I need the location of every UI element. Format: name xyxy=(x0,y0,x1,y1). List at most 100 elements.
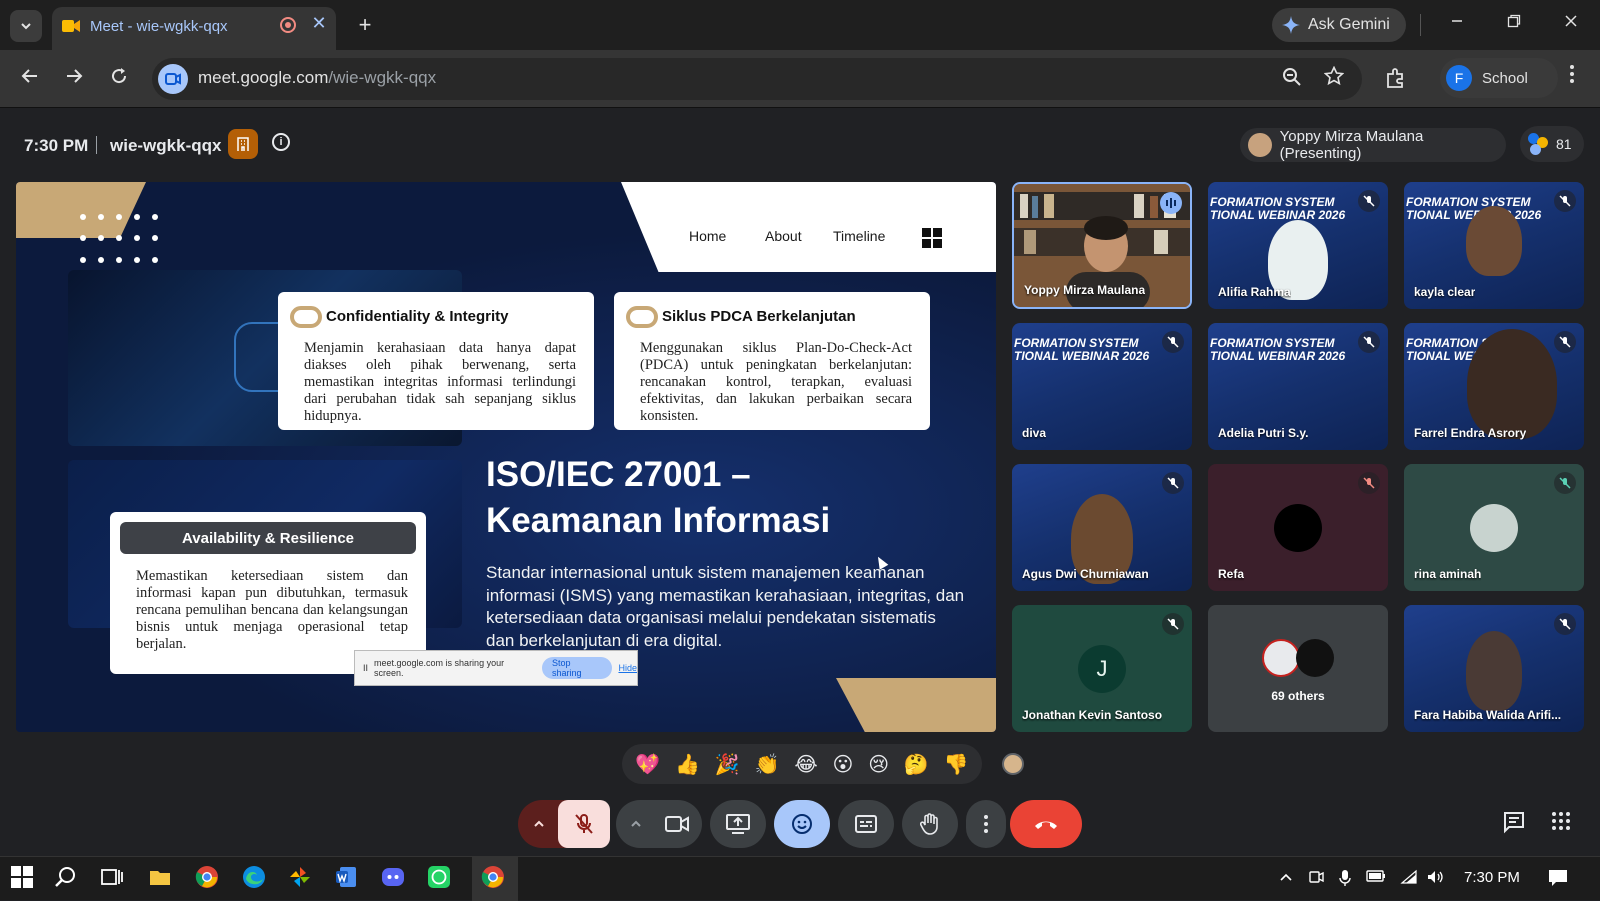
others-tile[interactable]: 69 others xyxy=(1208,605,1388,732)
forward-button[interactable] xyxy=(60,66,88,94)
word-icon xyxy=(336,867,356,887)
camera-toggle-button[interactable] xyxy=(652,800,702,848)
new-tab-button[interactable]: + xyxy=(352,12,378,38)
audio-options-button[interactable] xyxy=(518,800,560,848)
start-button[interactable] xyxy=(10,865,38,893)
participant-tile[interactable]: Yoppy Mirza Maulana xyxy=(1012,182,1192,309)
search-button[interactable] xyxy=(54,865,82,893)
participant-tile[interactable]: FORMATION SYSTEM TIONAL WEBINAR 2026 Ade… xyxy=(1208,323,1388,450)
reaction-thinking[interactable]: 🤔 xyxy=(904,752,929,777)
others-avatar xyxy=(1296,639,1334,677)
participant-tile[interactable]: Fara Habiba Walida Arifi... xyxy=(1404,605,1584,732)
reaction-party[interactable]: 🎉 xyxy=(715,752,740,777)
minimize-button[interactable] xyxy=(1443,12,1471,33)
back-button[interactable] xyxy=(16,66,44,94)
captions-button[interactable] xyxy=(838,800,894,848)
others-avatar xyxy=(1262,639,1300,677)
card-body: Menggunakan siklus Plan-Do-Check-Act (PD… xyxy=(640,340,912,424)
wifi-icon[interactable] xyxy=(1400,869,1418,889)
microphone-tray-icon[interactable] xyxy=(1338,869,1352,891)
participant-tile[interactable]: Refa xyxy=(1208,464,1388,591)
card-title: Availability & Resilience xyxy=(120,522,416,554)
photos-button[interactable] xyxy=(288,865,316,893)
reload-button[interactable] xyxy=(105,66,133,94)
captions-icon xyxy=(855,815,877,833)
edge-button[interactable] xyxy=(242,865,270,893)
browser-menu-button[interactable] xyxy=(1562,64,1582,90)
reaction-thumbs-up[interactable]: 👍 xyxy=(675,752,700,777)
chrome-active-button[interactable] xyxy=(481,865,509,893)
mic-toggle-button[interactable] xyxy=(558,800,610,848)
participant-tile[interactable]: Agus Dwi Churniawan xyxy=(1012,464,1192,591)
tab-title: Meet - wie-wgkk-qqx xyxy=(90,18,228,35)
battery-icon[interactable] xyxy=(1366,869,1386,887)
windows-logo-icon xyxy=(11,866,33,888)
participant-tile[interactable]: FORMATION SYSTEM TIONAL WEBINAR 2026 kay… xyxy=(1404,182,1584,309)
leave-call-button[interactable] xyxy=(1010,800,1082,848)
profile-button[interactable]: F School xyxy=(1440,58,1558,98)
volume-icon[interactable] xyxy=(1426,869,1444,889)
video-options-button[interactable] xyxy=(624,800,648,848)
emoji-icon xyxy=(792,814,812,834)
ask-gemini-label: Ask Gemini xyxy=(1308,16,1390,33)
reaction-surprised[interactable]: 😮 xyxy=(833,752,854,777)
participant-tile[interactable]: FORMATION SYSTEM TIONAL WEBINAR 2026 Ali… xyxy=(1208,182,1388,309)
tray-overflow-button[interactable] xyxy=(1278,869,1294,889)
chrome-button[interactable] xyxy=(195,865,223,893)
participant-tile[interactable]: FORMATION SYSTEM TIONAL WEBINAR 2026 Far… xyxy=(1404,323,1584,450)
meeting-time: 7:30 PM xyxy=(24,136,89,155)
participant-tile[interactable]: J Jonathan Kevin Santoso xyxy=(1012,605,1192,732)
skin-tone-selector[interactable] xyxy=(1002,753,1024,775)
reaction-clap[interactable]: 👏 xyxy=(755,752,780,777)
gemini-sparkle-icon xyxy=(1282,16,1300,34)
close-tab-icon[interactable]: ✕ xyxy=(308,13,330,34)
people-button[interactable]: 81 xyxy=(1520,126,1584,162)
task-view-button[interactable] xyxy=(100,865,128,893)
host-controls-button[interactable] xyxy=(228,129,258,159)
taskbar-clock[interactable]: 7:30 PM xyxy=(1464,869,1520,886)
profile-name: School xyxy=(1482,69,1528,87)
whatsapp-button[interactable] xyxy=(427,865,455,893)
participant-tile[interactable]: rina aminah xyxy=(1404,464,1584,591)
presenter-chip[interactable]: Yoppy Mirza Maulana (Presenting) xyxy=(1240,128,1506,162)
recording-icon xyxy=(280,17,296,33)
site-info-icon[interactable] xyxy=(158,64,188,94)
reaction-heart[interactable]: 💖 xyxy=(635,752,660,777)
windows-taskbar: 7:30 PM xyxy=(0,856,1600,901)
raise-hand-button[interactable] xyxy=(902,800,958,848)
extensions-button[interactable] xyxy=(1384,66,1410,92)
url-path: /wie-wgkk-qqx xyxy=(328,68,437,87)
presenter-avatar xyxy=(1248,133,1272,157)
more-options-button[interactable] xyxy=(966,800,1006,848)
close-window-button[interactable] xyxy=(1557,12,1585,33)
bookmark-button[interactable] xyxy=(1323,65,1348,92)
participant-name: rina aminah xyxy=(1414,567,1482,581)
notifications-button[interactable] xyxy=(1548,869,1568,891)
address-bar[interactable]: meet.google.com/wie-wgkk-qqx xyxy=(152,58,1362,100)
reaction-laugh[interactable]: 😂 xyxy=(794,752,817,777)
muted-icon xyxy=(1358,190,1380,212)
webinar-banner-text: FORMATION SYSTEM TIONAL WEBINAR 2026 xyxy=(1210,336,1346,363)
discord-button[interactable] xyxy=(381,865,409,893)
tab-search-button[interactable] xyxy=(10,10,42,42)
reactions-button[interactable] xyxy=(774,800,830,848)
ask-gemini-button[interactable]: Ask Gemini xyxy=(1272,8,1406,42)
chat-button[interactable] xyxy=(1502,810,1530,838)
reaction-sad[interactable]: 😢 xyxy=(868,752,889,777)
slide-nav-about: About xyxy=(765,228,802,244)
zoom-button[interactable] xyxy=(1282,67,1306,92)
stop-sharing-button[interactable]: Stop sharing xyxy=(541,657,613,679)
muted-icon xyxy=(1554,331,1576,353)
present-screen-button[interactable] xyxy=(710,800,766,848)
hide-banner-link[interactable]: Hide xyxy=(618,663,637,673)
file-explorer-button[interactable] xyxy=(148,865,176,893)
meeting-info-icon[interactable]: i xyxy=(272,133,290,151)
browser-tab-meet[interactable]: Meet - wie-wgkk-qqx ✕ xyxy=(52,7,336,50)
word-button[interactable] xyxy=(334,865,362,893)
activities-button[interactable] xyxy=(1550,810,1578,838)
chat-icon xyxy=(1504,812,1524,834)
reaction-thumbs-down[interactable]: 👎 xyxy=(944,752,969,777)
meet-tray-icon[interactable] xyxy=(1308,869,1324,889)
restore-button[interactable] xyxy=(1500,12,1528,33)
participant-tile[interactable]: FORMATION SYSTEM TIONAL WEBINAR 2026 div… xyxy=(1012,323,1192,450)
